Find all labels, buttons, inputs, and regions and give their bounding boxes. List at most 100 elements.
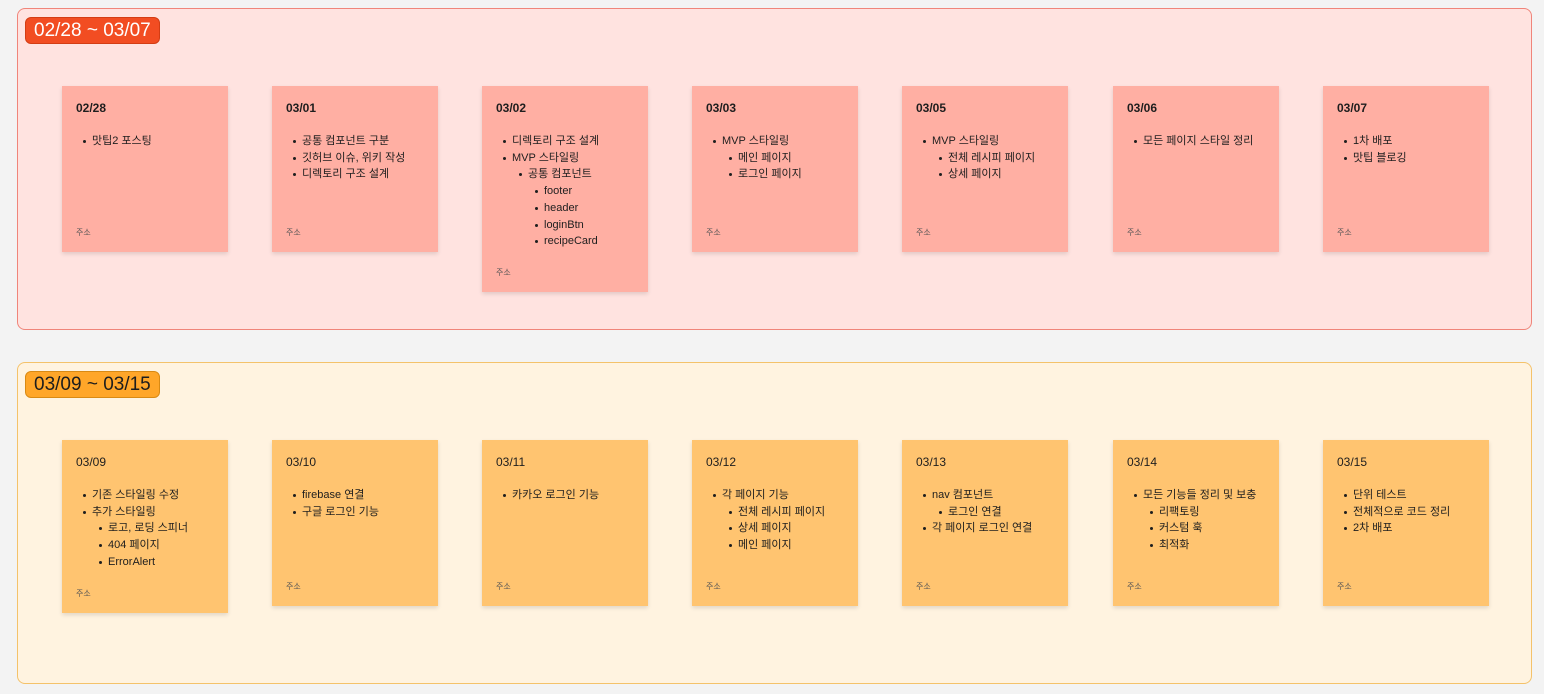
sticky-note-footer: 주소: [706, 228, 721, 237]
bullet-list: 전체 레시피 페이지 상세 페이지: [932, 150, 1054, 183]
list-item-text: 단위 테스트: [1353, 489, 1407, 501]
list-item-text: 카카오 로그인 기능: [512, 489, 600, 501]
list-item-text: recipeCard: [544, 235, 598, 248]
list-item: MVP 스타일링 공통 컴포넌트 footer header loginBtn recip…: [503, 150, 634, 250]
bullet-list: 로고, 로딩 스피너 404 페이지 ErrorAlert: [92, 520, 214, 570]
sticky-note-footer: 주소: [706, 582, 721, 591]
list-item: 기존 스타일링 수정: [83, 487, 214, 504]
sticky-note-date: 03/11: [496, 455, 526, 469]
list-item-text: nav 컴포넌트: [932, 489, 994, 501]
bullet-list: MVP 스타일링전체 레시피 페이지 상세 페이지: [916, 133, 1054, 183]
sticky-note[interactable]: 03/13 nav 컴포넌트로그인 연결각 페이지 로그인 연결주소: [902, 440, 1068, 606]
sticky-note-footer: 주소: [1127, 228, 1142, 237]
bullet-list: 모든 기능들 정리 및 보충 리팩토링 커스텀 훅 최적화: [1127, 487, 1265, 554]
sticky-note[interactable]: 03/03 MVP 스타일링 메인 페이지 로그인 페이지 주소: [692, 86, 858, 252]
list-item: nav 컴포넌트로그인 연결: [923, 487, 1054, 520]
sticky-note[interactable]: 03/07 1차 배포 맛팁 블로깅 주소: [1323, 86, 1489, 252]
list-item: ErrorAlert: [99, 554, 214, 571]
sticky-note-date: 03/13: [916, 455, 947, 469]
list-item: 맛팁2 포스팅: [83, 133, 214, 150]
list-item: 메인 페이지: [729, 150, 844, 167]
sticky-note-date: 03/06: [1127, 101, 1158, 115]
list-item: 전체적으로 코드 정리: [1344, 504, 1475, 521]
sticky-note[interactable]: 03/12 각 페이지 기능 전체 레시피 페이지 상세 페이지 메인 페이지 주소: [692, 440, 858, 606]
sticky-note-footer: 주소: [1127, 582, 1142, 591]
list-item: 단위 테스트: [1344, 487, 1475, 504]
list-item: 1차 배포: [1344, 133, 1475, 150]
sticky-note-footer: 주소: [496, 582, 511, 591]
bullet-list: 공통 컴포넌트 구분깃허브 이슈, 위키 작성디렉토리 구조 설계: [286, 133, 424, 183]
list-item: 상세 페이지: [729, 520, 844, 537]
sticky-note-date: 03/15: [1337, 455, 1368, 469]
list-item: 메인 페이지: [729, 537, 844, 554]
list-item: 전체 레시피 페이지: [729, 504, 844, 521]
section-label[interactable]: 02/28 ~ 03/07: [25, 17, 160, 44]
sticky-note-footer: 주소: [286, 228, 301, 237]
sticky-note-footer: 주소: [286, 582, 301, 591]
list-item: 리팩토링: [1150, 504, 1265, 521]
sticky-note-footer: 주소: [916, 582, 931, 591]
list-item: 디렉토리 구조 설계: [293, 166, 424, 183]
sticky-note-date: 03/09: [76, 455, 107, 469]
list-item: MVP 스타일링메인 페이지로그인 페이지: [713, 133, 844, 183]
bullet-list: 공통 컴포넌트 footer header loginBtn recipeCard: [512, 166, 634, 250]
list-item-text: 로그인 페이지: [738, 168, 802, 181]
list-item-text: 메인 페이지: [738, 539, 792, 552]
list-item-text: 모든 기능들 정리 및 보충: [1143, 489, 1257, 501]
bullet-list: 각 페이지 기능 전체 레시피 페이지 상세 페이지 메인 페이지: [706, 487, 844, 554]
list-item: 카카오 로그인 기능: [503, 487, 634, 504]
sticky-note[interactable]: 03/06 모든 페이지 스타일 정리 주소: [1113, 86, 1279, 252]
list-item: footer: [535, 183, 634, 200]
sticky-note-date: 03/12: [706, 455, 737, 469]
list-item-text: 각 페이지 로그인 연결: [932, 522, 1033, 535]
bullet-list: firebase 연결 구글 로그인 기능: [286, 487, 424, 520]
sticky-note-date: 03/14: [1127, 455, 1158, 469]
list-item: 디렉토리 구조 설계: [503, 133, 634, 150]
list-item-text: 로그인 연결: [948, 505, 1002, 518]
sticky-note[interactable]: 03/01 공통 컴포넌트 구분 깃허브 이슈, 위키 작성 디렉토리 구조 설계 주소: [272, 86, 438, 252]
sticky-note-date: 02/28: [76, 101, 107, 115]
list-item: header: [535, 200, 634, 217]
bullet-list: 메인 페이지로그인 페이지: [722, 150, 844, 183]
list-item-text: MVP 스타일링: [932, 135, 1000, 147]
section-label[interactable]: 03/09 ~ 03/15: [25, 371, 160, 398]
sticky-note[interactable]: 03/14 모든 기능들 정리 및 보충 리팩토링 커스텀 훅 최적화 주소: [1113, 440, 1279, 606]
list-item-text: 상세 페이지: [948, 168, 1002, 181]
list-item-text: footer: [544, 185, 573, 198]
list-item-text: 리팩토링: [1159, 505, 1200, 518]
sticky-note[interactable]: 03/15 단위 테스트전체적으로 코드 정리 2차 배포주소: [1323, 440, 1489, 606]
list-item: 각 페이지 로그인 연결: [923, 520, 1054, 537]
list-item-text: 2차 배포: [1353, 522, 1393, 535]
section-week-2[interactable]: 03/09 ~ 03/15 03/09 기존 스타일링 수정 추가 스타일링 로고, …: [17, 362, 1532, 684]
bullet-list: 디렉토리 구조 설계 MVP 스타일링 공통 컴포넌트 footer header log…: [496, 133, 634, 250]
bullet-list: MVP 스타일링메인 페이지로그인 페이지: [706, 133, 844, 183]
sticky-note-footer: 주소: [76, 228, 91, 237]
list-item: 로그인 페이지: [729, 166, 844, 183]
sticky-note[interactable]: 03/02 디렉토리 구조 설계 MVP 스타일링 공통 컴포넌트 footer head…: [482, 86, 648, 292]
list-item-text: 로고, 로딩 스피너: [108, 522, 189, 535]
list-item-text: 깃허브 이슈, 위키 작성: [302, 151, 406, 164]
list-item-text: MVP 스타일링: [722, 135, 790, 147]
list-item-text: 디렉토리 구조 설계: [512, 135, 600, 147]
bullet-list: 1차 배포 맛팁 블로깅: [1337, 133, 1475, 166]
sticky-note-footer: 주소: [1337, 582, 1352, 591]
sticky-note-date: 03/05: [916, 101, 947, 115]
sticky-note[interactable]: 03/09 기존 스타일링 수정 추가 스타일링 로고, 로딩 스피너 404 페이지 E…: [62, 440, 228, 613]
list-item: 공통 컴포넌트 구분: [293, 133, 424, 150]
sticky-note[interactable]: 03/11 카카오 로그인 기능주소: [482, 440, 648, 606]
list-item: 로고, 로딩 스피너: [99, 520, 214, 537]
list-item-text: 404 페이지: [108, 539, 160, 552]
list-item: 추가 스타일링 로고, 로딩 스피너 404 페이지 ErrorAlert: [83, 504, 214, 571]
sticky-note[interactable]: 03/05 MVP 스타일링 전체 레시피 페이지 상세 페이지 주소: [902, 86, 1068, 252]
list-item-text: 커스텀 훅: [1159, 522, 1203, 535]
list-item-text: 맛팁 블로깅: [1353, 151, 1407, 164]
list-item-text: 메인 페이지: [738, 151, 792, 164]
sticky-note[interactable]: 03/10 firebase 연결 구글 로그인 기능 주소: [272, 440, 438, 606]
list-item: recipeCard: [535, 233, 634, 250]
sticky-note[interactable]: 02/28 맛팁2 포스팅주소: [62, 86, 228, 252]
list-item: 커스텀 훅: [1150, 520, 1265, 537]
sticky-note-footer: 주소: [496, 267, 511, 277]
list-item-text: 공통 컴포넌트 구분: [302, 135, 390, 147]
section-week-1[interactable]: 02/28 ~ 03/07 02/28 맛팁2 포스팅 주소 03/01 공통 컴포넌트…: [17, 8, 1532, 330]
list-item: 모든 기능들 정리 및 보충 리팩토링 커스텀 훅 최적화: [1134, 487, 1265, 554]
